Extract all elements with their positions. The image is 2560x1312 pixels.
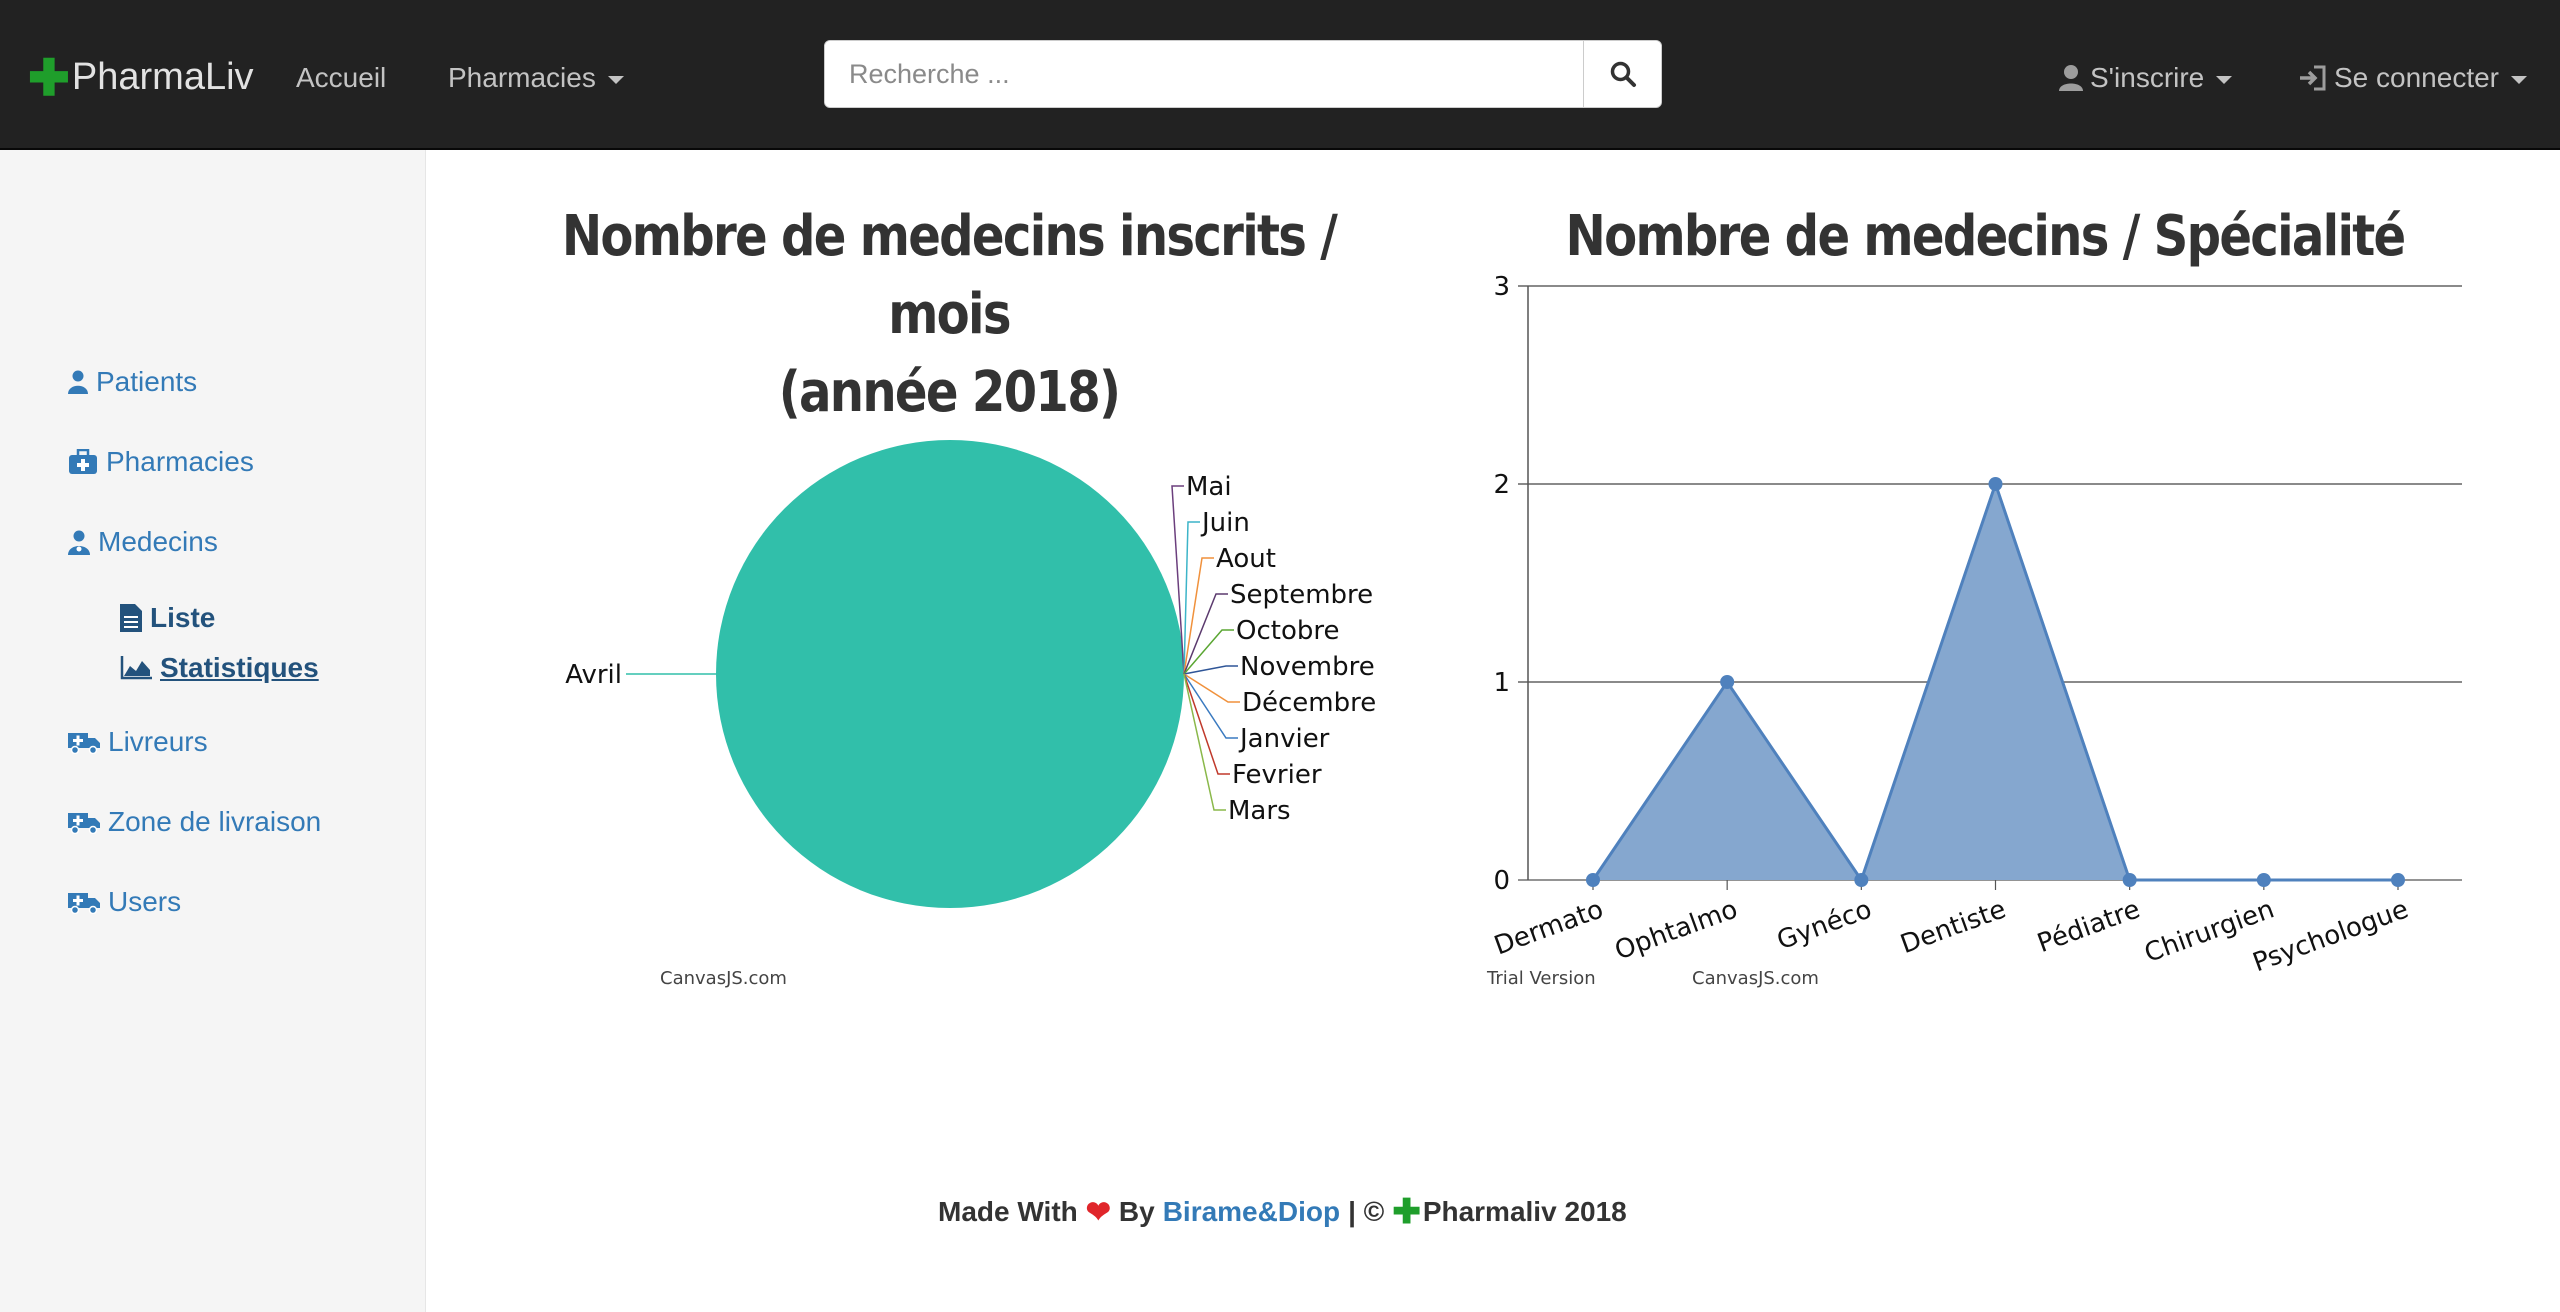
data-point-psychologue[interactable]: [2391, 873, 2405, 887]
user-icon: [2059, 65, 2083, 91]
pie-chart-title: Nombre de medecins inscrits / mois (anné…: [518, 198, 1380, 432]
footer-made-with: Made With: [938, 1196, 1078, 1227]
nav-pharmacies-dropdown[interactable]: Pharmacies: [448, 62, 624, 94]
top-navbar: ✚ PharmaLiv Accueil Pharmacies S'inscrir…: [0, 0, 2560, 150]
heart-icon: ❤: [1085, 1195, 1111, 1229]
sidebar-item-label: Liste: [150, 602, 216, 633]
user-icon: [68, 370, 88, 394]
sidebar-item-patients[interactable]: Patients: [68, 366, 197, 398]
data-point-ophtalmo[interactable]: [1720, 675, 1735, 689]
ambulance-icon: [68, 813, 100, 834]
footer-authors-link[interactable]: Birame&Diop: [1163, 1196, 1340, 1228]
area-chart-title-line: Nombre de medecins / Spécialité: [1565, 204, 2406, 269]
y-tick-label: 2: [1493, 470, 1510, 500]
area-chart-credit[interactable]: CanvasJS.com: [1692, 968, 1819, 989]
nav-home-link[interactable]: Accueil: [296, 62, 386, 94]
y-tick-label: 0: [1493, 866, 1510, 896]
area-chart: 0 1 2 3 Dermato Ophtalmo Gynéco Dentiste Pédiatr…: [1490, 272, 2462, 978]
plus-icon: ✚: [1392, 1193, 1421, 1231]
search-button[interactable]: [1583, 41, 1661, 107]
y-tick-label: 1: [1493, 668, 1510, 698]
pie-chart: Avril Mai Juin Aout Septembre Octobre Novembre…: [565, 440, 1376, 908]
x-tick-label: Ophtalmo: [1611, 894, 1742, 966]
sidebar-item-label: Statistiques: [160, 652, 319, 683]
pie-label-line: [1183, 521, 1200, 675]
footer: Made With ❤ By Birame&Diop | © ✚ Pharmal…: [938, 1192, 1627, 1232]
user-md-icon: [68, 530, 90, 555]
pie-label-line: [1183, 665, 1238, 675]
caret-down-icon: [2216, 76, 2233, 84]
brand-name: PharmaLiv: [71, 56, 254, 98]
brand-logo[interactable]: ✚ PharmaLiv: [28, 49, 254, 106]
pie-label-fevrier: Fevrier: [1232, 760, 1322, 790]
footer-brand: Pharmaliv 2018: [1422, 1196, 1627, 1227]
sidebar-item-label: Medecins: [98, 526, 218, 557]
sidebar-item-label: Livreurs: [108, 726, 208, 757]
nav-signup-dropdown[interactable]: S'inscrire: [2058, 62, 2233, 94]
x-tick-label: Dentiste: [1897, 894, 2010, 960]
area-chart-watermark: Trial Version: [1487, 968, 1596, 989]
ambulance-icon: [68, 893, 100, 914]
search-icon: [1610, 61, 1636, 87]
nav-home-label: Accueil: [296, 62, 387, 93]
pie-label-avril: Avril: [565, 660, 622, 690]
medkit-icon: [69, 449, 97, 474]
y-tick-label: 3: [1493, 272, 1510, 302]
pie-label-novembre: Novembre: [1240, 652, 1375, 682]
plus-icon: ✚: [28, 49, 70, 106]
pie-label-line: [1183, 673, 1238, 739]
pie-label-décembre: Décembre: [1242, 688, 1376, 718]
x-tick-label: Gynéco: [1773, 894, 1876, 956]
footer-copyright: | ©: [1348, 1196, 1385, 1227]
ambulance-icon: [68, 733, 100, 754]
data-point-gynéco[interactable]: [1854, 873, 1869, 887]
pie-label-line: [1183, 629, 1234, 675]
sidebar-item-label: Patients: [96, 366, 198, 397]
data-point-dermato[interactable]: [1586, 873, 1600, 887]
sidebar-item-label: Zone de livraison: [108, 806, 322, 837]
search-input[interactable]: [825, 41, 1583, 107]
area-chart-icon: [120, 656, 152, 680]
footer-by: By: [1118, 1196, 1155, 1227]
pie-label-octobre: Octobre: [1236, 616, 1339, 646]
sidebar: Patients Pharmacies Medecins Liste Stati…: [0, 150, 426, 1312]
x-tick-label: Psychologue: [2249, 894, 2412, 978]
file-text-icon: [120, 604, 142, 632]
sidebar-item-statistiques[interactable]: Statistiques: [120, 652, 319, 684]
caret-down-icon: [2511, 76, 2527, 84]
pie-label-mars: Mars: [1228, 796, 1291, 826]
pie-label-aout: Aout: [1216, 544, 1276, 574]
sidebar-item-label: Pharmacies: [106, 446, 254, 477]
nav-login-label: Se connecter: [2334, 62, 2499, 93]
data-point-pédiatre[interactable]: [2122, 873, 2137, 887]
sidebar-item-livreurs[interactable]: Livreurs: [68, 726, 208, 758]
data-point-chirurgien[interactable]: [2256, 873, 2271, 887]
sign-in-icon: [2300, 65, 2326, 91]
pie-label-mai: Mai: [1186, 472, 1232, 502]
sidebar-item-users[interactable]: Users: [68, 886, 181, 918]
x-tick-label: Pédiatre: [2034, 894, 2145, 959]
data-point-dentiste[interactable]: [1988, 477, 2003, 491]
search-bar: [824, 40, 1662, 108]
sidebar-item-zone-livraison[interactable]: Zone de livraison: [68, 806, 321, 838]
sidebar-item-pharmacies[interactable]: Pharmacies: [68, 446, 254, 478]
sidebar-item-label: Users: [108, 886, 182, 917]
pie-label-juin: Juin: [1200, 508, 1250, 538]
sidebar-item-liste[interactable]: Liste: [120, 602, 215, 634]
pie-chart-title-line-1: Nombre de medecins inscrits / mois: [561, 204, 1338, 347]
pie-label-janvier: Janvier: [1238, 724, 1330, 754]
pie-label-septembre: Septembre: [1230, 580, 1373, 610]
pie-chart-credit[interactable]: CanvasJS.com: [660, 968, 787, 989]
x-tick-label: Dermato: [1490, 894, 1607, 961]
nav-signup-label: S'inscrire: [2090, 62, 2205, 93]
area-chart-title: Nombre de medecins / Spécialité: [1542, 198, 2428, 276]
pie-slice-avril[interactable]: [716, 440, 1184, 908]
sidebar-item-medecins[interactable]: Medecins: [68, 526, 218, 558]
nav-pharmacies-label: Pharmacies: [448, 62, 596, 93]
caret-down-icon: [607, 76, 624, 84]
nav-login-dropdown[interactable]: Se connecter: [2298, 62, 2527, 94]
